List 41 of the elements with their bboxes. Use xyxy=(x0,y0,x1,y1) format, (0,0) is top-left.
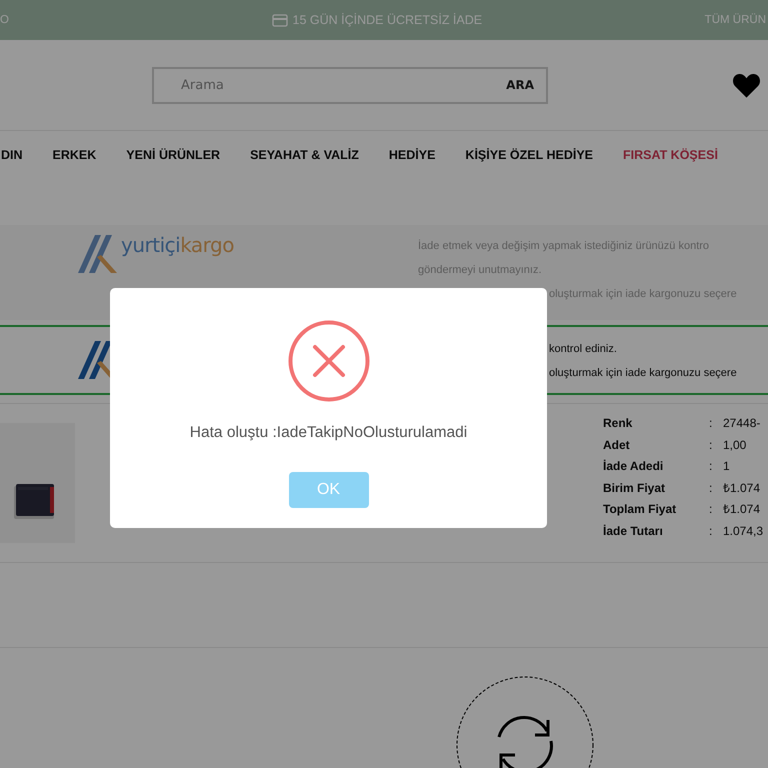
colon-text: : xyxy=(709,501,714,518)
detail-value: 1 xyxy=(723,458,731,475)
detail-value: ₺1.074 xyxy=(723,501,762,518)
info-text: göndermeyi unutmayınız. xyxy=(418,263,543,278)
detail-label: İade Adedi xyxy=(603,458,664,475)
nav-link[interactable]: KİŞİYE ÖZEL HEDİYE xyxy=(465,148,593,162)
info-text: oluşturmak için iade kargonuzu seçere xyxy=(548,287,737,302)
credit-card-icon xyxy=(272,14,288,26)
colon-text: : xyxy=(709,480,714,496)
colon-text: : xyxy=(709,415,714,432)
detail-label: Toplam Fiyat xyxy=(603,501,678,518)
info-text: İade etmek veya değişim yapmak istediğiniz ürünüzü kontro xyxy=(418,238,710,254)
search-field[interactable]: Arama ARA xyxy=(152,66,548,104)
announcement-text: 15 GÜN İÇİNDE ÜCRETSİZ İADE xyxy=(292,13,482,27)
detail-value: ₺1.074 xyxy=(723,480,762,496)
logo-mark-drawing xyxy=(75,233,119,275)
nav-link[interactable]: YENİ ÜRÜNLER xyxy=(126,148,220,162)
detail-label: İade Tutarı xyxy=(603,522,664,540)
detail-value: 1.074,3 xyxy=(723,522,764,540)
colon-text: : xyxy=(709,522,714,540)
nav-link[interactable]: DIN xyxy=(1,148,23,162)
detail-value: 1,00 xyxy=(723,436,748,454)
search-placeholder: Arama xyxy=(181,78,224,92)
nav-link[interactable]: HEDİYE xyxy=(388,148,436,162)
detail-label: Renk xyxy=(603,415,634,432)
colon-text: : xyxy=(709,436,714,454)
nav-link[interactable]: SEYAHAT & VALİZ xyxy=(250,148,359,162)
announcement-text: O xyxy=(0,14,9,26)
detail-value: 27448- xyxy=(723,415,762,432)
error-icon xyxy=(288,320,370,402)
nav-link[interactable]: ERKEK xyxy=(52,148,96,162)
refresh-icon[interactable] xyxy=(498,716,553,768)
heart-icon[interactable] xyxy=(732,72,761,98)
detail-label: Birim Fiyat xyxy=(603,480,666,496)
detail-label: Adet xyxy=(603,436,631,454)
info-text: oluşturmak için iade kargonuzu seçere xyxy=(548,366,737,381)
error-message: Hata oluştu :IadeTakipNoOlusturulamadi xyxy=(190,424,468,442)
colon-text: : xyxy=(709,458,714,475)
logo-text: yurtiçikargo xyxy=(121,233,234,257)
info-text: kontrol ediniz. xyxy=(548,342,618,357)
search-button[interactable]: ARA xyxy=(504,74,536,96)
